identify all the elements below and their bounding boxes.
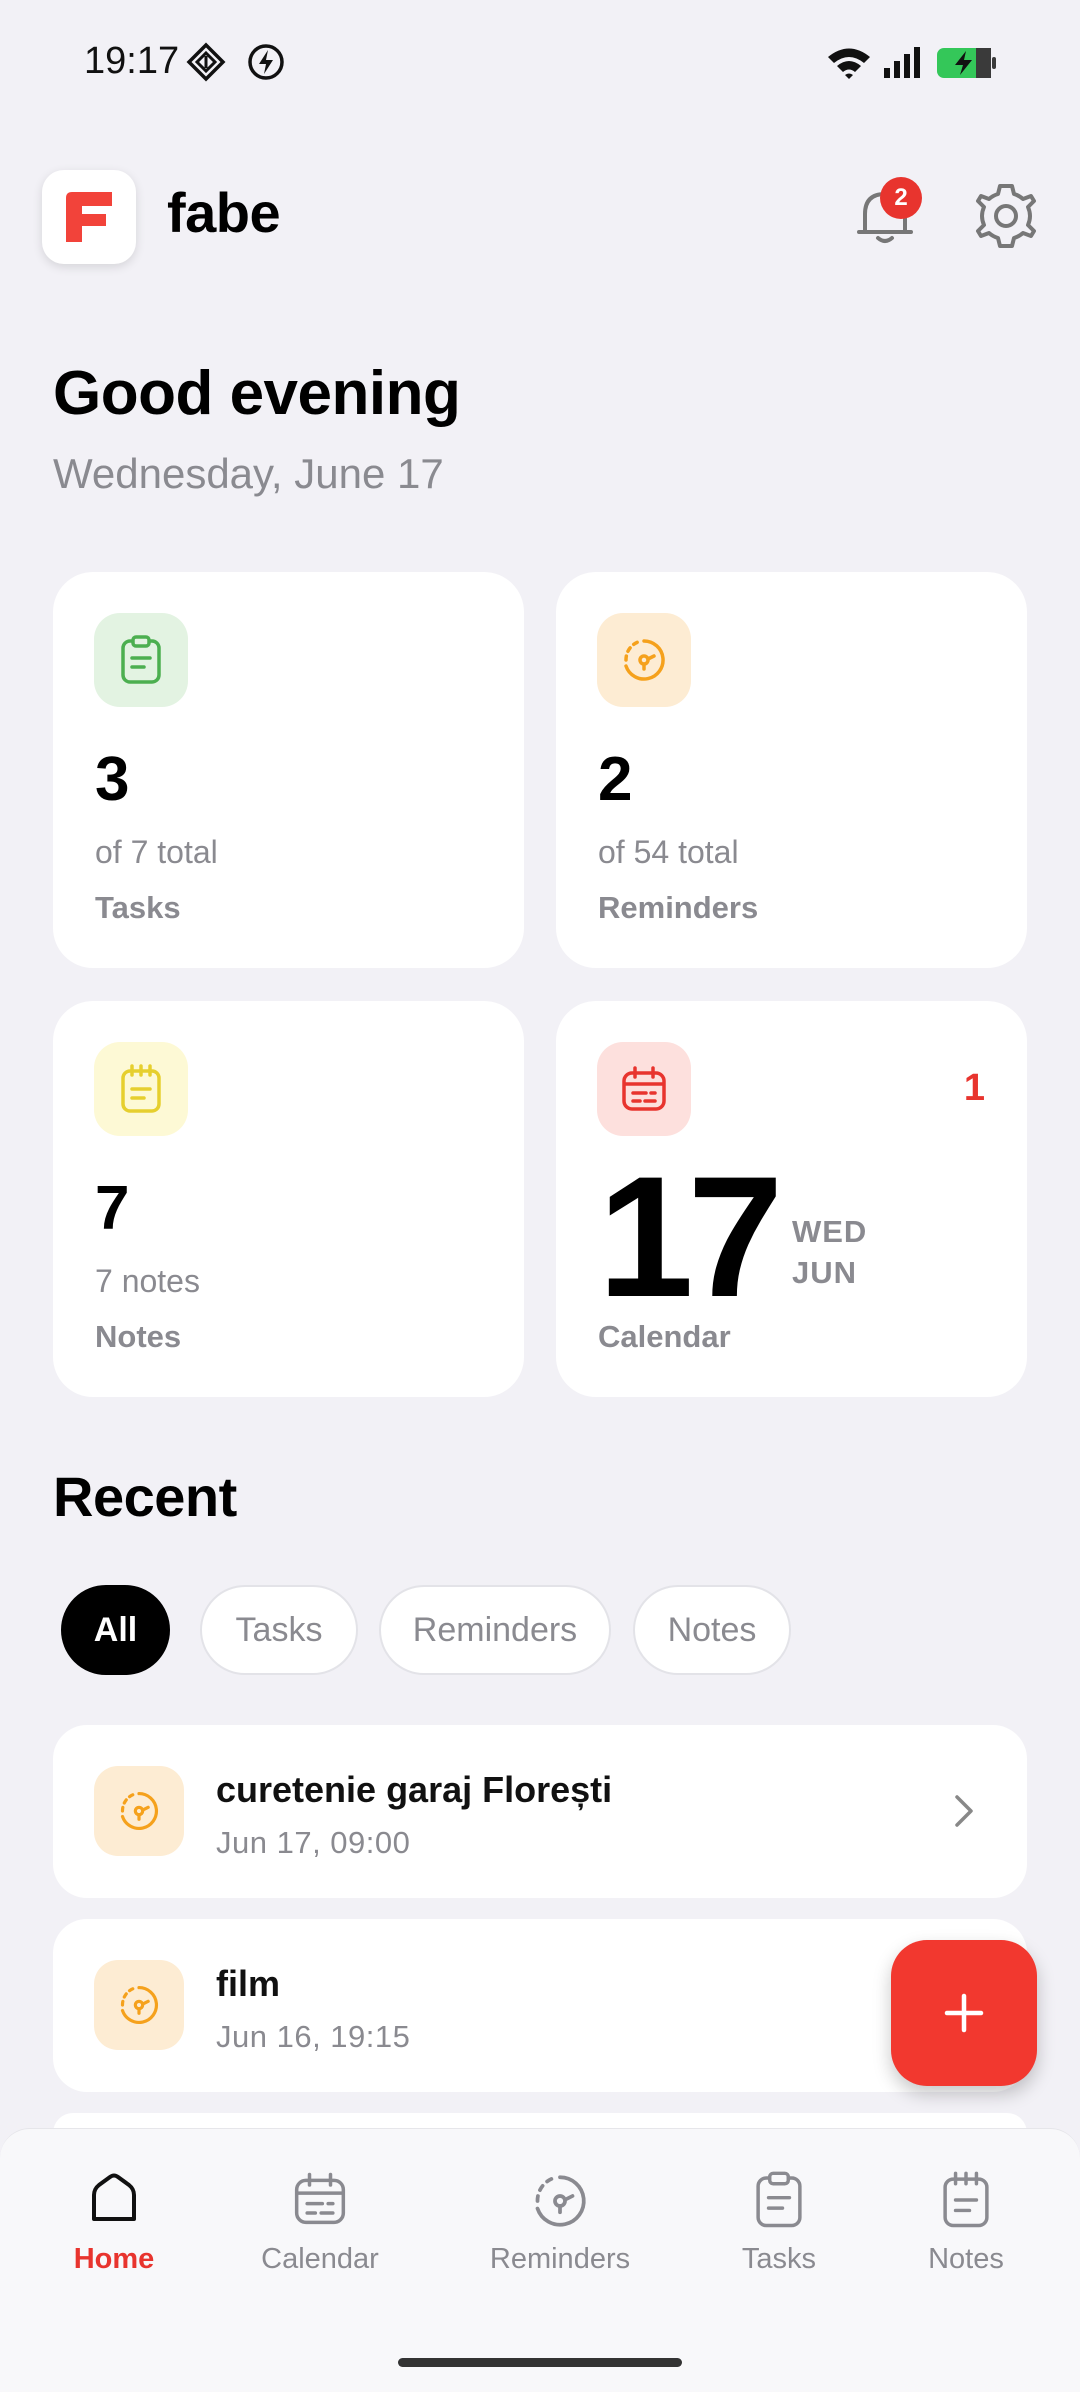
bolt-circle-icon (246, 42, 286, 87)
current-date: Wednesday, June 17 (53, 450, 444, 497)
item-title: film (216, 1963, 281, 2004)
reminders-card[interactable]: 2 of 54 total Reminders (556, 572, 1027, 968)
nav-label: Home (73, 2243, 155, 2275)
notes-count: 7 (95, 1174, 130, 1243)
filter-chip-all[interactable]: All (61, 1585, 170, 1675)
gear-icon (976, 184, 1036, 248)
calendar-icon (294, 2172, 346, 2225)
add-button[interactable] (891, 1940, 1037, 2086)
nav-label: Notes (928, 2243, 1004, 2275)
settings-button[interactable] (970, 180, 1042, 252)
notification-badge: 2 (880, 177, 922, 219)
notepad-icon (943, 2171, 989, 2228)
filter-chip-notes[interactable]: Notes (633, 1585, 791, 1675)
reminders-count: 2 (598, 745, 633, 814)
filter-chip-reminders[interactable]: Reminders (379, 1585, 611, 1675)
status-bar: 19:17 (0, 0, 1080, 125)
calendar-icon (597, 1042, 691, 1136)
chevron-right-icon (953, 1793, 975, 1834)
nav-label: Reminders (489, 2243, 631, 2275)
item-date: Jun 16, 19:15 (216, 2019, 411, 2054)
nav-notes[interactable]: Notes (866, 2171, 1066, 2276)
battery-charging-icon (936, 46, 998, 85)
greeting-title: Good evening (53, 359, 461, 428)
calendar-day: 17 (598, 1141, 783, 1333)
reminders-total: of 54 total (598, 834, 739, 870)
list-item[interactable]: film Jun 16, 19:15 (53, 1919, 1027, 2092)
tasks-label: Tasks (95, 890, 181, 925)
notes-total: 7 notes (95, 1263, 200, 1299)
nav-home[interactable]: Home (14, 2171, 214, 2276)
clock-dashed-icon (597, 613, 691, 707)
list-item[interactable]: curetenie garaj Florești Jun 17, 09:00 (53, 1725, 1027, 1898)
home-icon (92, 2173, 136, 2221)
app-name: fabe (167, 181, 281, 244)
home-indicator[interactable] (398, 2358, 682, 2367)
calendar-weekday: WED (792, 1214, 868, 1249)
filter-chip-tasks[interactable]: Tasks (200, 1585, 358, 1675)
signal-icon (882, 46, 924, 85)
tasks-card[interactable]: 3 of 7 total Tasks (53, 572, 524, 968)
wifi-icon (826, 46, 872, 85)
calendar-card[interactable]: 1 17 WED JUN Calendar (556, 1001, 1027, 1397)
notes-card[interactable]: 7 7 notes Notes (53, 1001, 524, 1397)
plus-icon (944, 1993, 984, 2033)
calendar-label: Calendar (598, 1319, 731, 1354)
status-time: 19:17 (84, 40, 180, 82)
clock-dashed-icon (535, 2175, 586, 2227)
clipboard-icon (756, 2171, 802, 2228)
nav-tasks[interactable]: Tasks (679, 2171, 879, 2276)
calendar-month: JUN (792, 1255, 858, 1290)
bottom-nav: Home Calendar Reminders Tasks Notes (0, 2128, 1080, 2392)
clipboard-icon (94, 613, 188, 707)
nav-calendar[interactable]: Calendar (220, 2171, 420, 2276)
notepad-icon (94, 1042, 188, 1136)
notes-label: Notes (95, 1319, 182, 1354)
tasks-count: 3 (95, 745, 130, 814)
nav-reminders[interactable]: Reminders (460, 2171, 660, 2276)
logo-f-icon (66, 192, 112, 242)
clock-dashed-icon (94, 1960, 184, 2050)
tasks-total: of 7 total (95, 834, 218, 870)
calendar-event-count: 1 (963, 1067, 985, 1109)
item-date: Jun 17, 09:00 (216, 1825, 411, 1860)
dnd-diamond-icon (186, 42, 226, 87)
recent-title: Recent (53, 1465, 237, 1528)
nav-label: Tasks (741, 2243, 817, 2275)
app-logo (42, 170, 136, 264)
clock-dashed-icon (94, 1766, 184, 1856)
reminders-label: Reminders (598, 890, 759, 925)
item-title: curetenie garaj Florești (216, 1769, 613, 1810)
nav-label: Calendar (261, 2243, 379, 2275)
